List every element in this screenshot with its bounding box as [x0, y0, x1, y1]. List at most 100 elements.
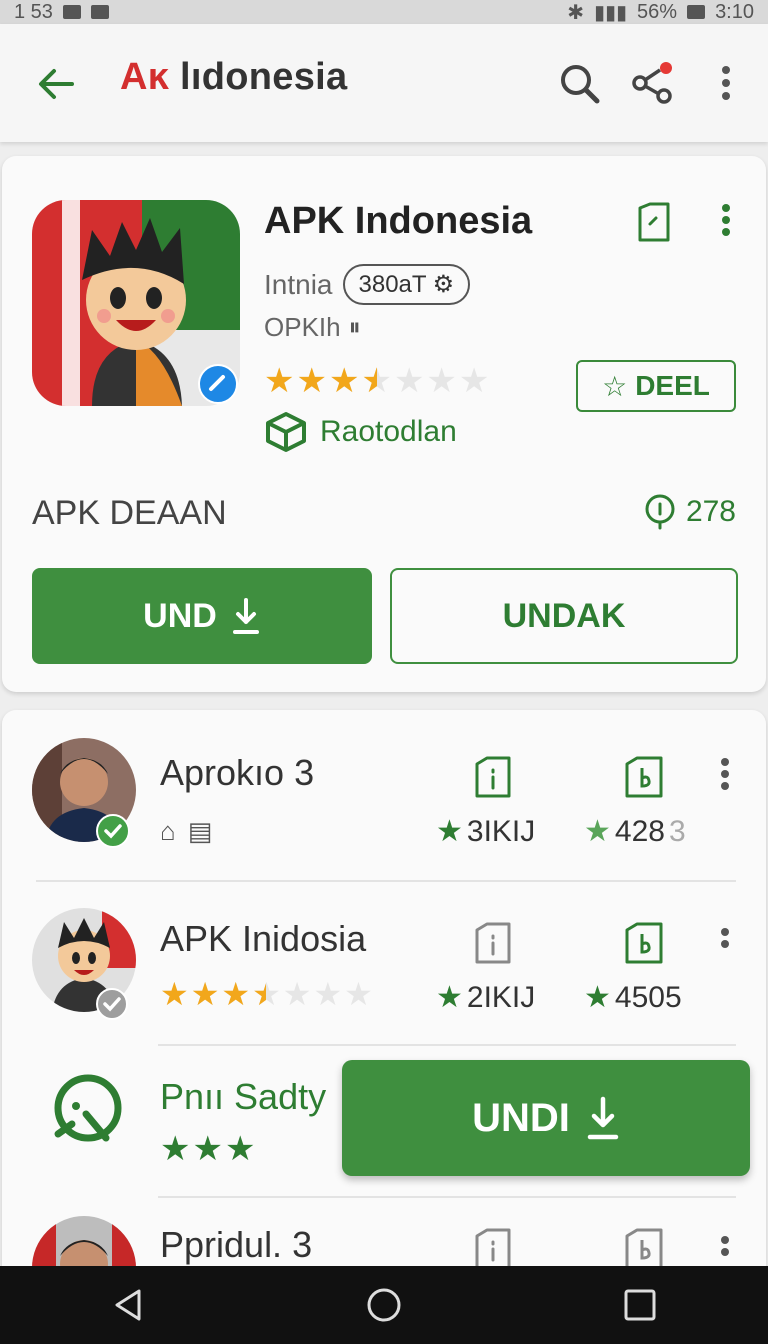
- chat-bubble-icon: [54, 1074, 122, 1142]
- secondary-button-label: UNDAK: [502, 596, 626, 635]
- deel-button[interactable]: ☆ DEEL: [576, 360, 736, 412]
- star-filled-icon: ★ ★: [190, 976, 220, 1012]
- related-apps-list: Aprokıo 3 ⌂ ▤ ★ 3IKIJ ★ 428 3 APK Inidos…: [2, 710, 766, 1320]
- star-filled-icon: ★ ★: [296, 362, 327, 400]
- list-item-stat-downloads: ★ 2IKIJ: [436, 980, 535, 1015]
- star-outline-icon: ☆: [602, 370, 628, 402]
- star-empty-icon: ★: [344, 976, 373, 1012]
- list-item-title: Pnıı Sadty: [160, 1076, 327, 1117]
- download-icon: [587, 1096, 619, 1140]
- bookmark-tag-icon[interactable]: [624, 756, 664, 798]
- star-filled-icon: ★: [436, 815, 463, 848]
- item-more-icon[interactable]: [720, 756, 730, 796]
- star-empty-icon: ★: [313, 976, 343, 1012]
- star-filled-icon: ★ ★: [160, 1130, 191, 1168]
- nav-recents-icon[interactable]: [623, 1288, 657, 1322]
- floating-install-button[interactable]: UNDI: [342, 1060, 750, 1176]
- info-tag-icon[interactable]: [474, 1228, 512, 1270]
- list-item-stat-downloads-value: 3IKIJ: [466, 814, 536, 848]
- install-button-label: UND: [143, 596, 217, 635]
- sim-icon: [90, 5, 109, 19]
- battery-icon: [687, 5, 706, 19]
- star-half-icon: ★★: [361, 362, 392, 400]
- list-item[interactable]: Aprokıo 3 ⌂ ▤ ★ 3IKIJ ★ 428 3: [2, 710, 766, 880]
- notification-icon: [62, 5, 81, 19]
- category-row: Raotodlan: [264, 410, 457, 454]
- star-filled-icon: ★ ★: [328, 362, 360, 400]
- list-item-stat-rating-suffix: 3: [668, 814, 686, 848]
- app-detail-card: APK Indonesia Intnia 380aT ⚙ OPKIh ⏸ ★ ★ ★ ★…: [2, 156, 766, 692]
- pin-icon: [645, 494, 675, 530]
- version-label: OPKIh: [264, 312, 341, 342]
- list-item-title: Aprokıo 3: [160, 752, 315, 793]
- box-icon: [266, 412, 306, 452]
- search-icon[interactable]: [556, 60, 602, 106]
- status-bar: 1 53 ✱ ▮▮▮ 56% 3:10: [0, 0, 768, 24]
- developer-row: Intnia 380aT ⚙: [264, 264, 471, 305]
- list-item-title: Ppridul. 3: [160, 1224, 313, 1265]
- app-bar: Aĸ lıdonesia: [0, 24, 768, 142]
- star-filled-icon: ★: [436, 981, 463, 1014]
- app-title: APK Indonesia: [264, 200, 533, 242]
- star-half-icon: ★★: [252, 976, 281, 1012]
- info-tag-icon[interactable]: [474, 756, 512, 798]
- status-time-right: 3:10: [715, 0, 754, 23]
- verified-badge-icon: [198, 364, 238, 404]
- star-filled-icon: ★ ★: [264, 362, 295, 400]
- list-item[interactable]: APK Inidosia ★ ★ ★ ★ ★ ★ ★ ★ ★ ★ ★ ★ 2IKIJ ★ 4505: [2, 882, 766, 1042]
- section-label: APK DEAAN: [32, 494, 227, 532]
- arrow-left-icon[interactable]: [32, 60, 80, 108]
- bookmark-tag-icon[interactable]: [624, 922, 664, 964]
- bookmark-tag-icon[interactable]: [624, 1228, 664, 1270]
- size-pill: 380aT ⚙: [342, 264, 471, 305]
- size-pill-label: 380aT: [358, 270, 427, 298]
- list-item-stat-downloads-value: 2IKIJ: [466, 980, 536, 1014]
- more-vert-icon[interactable]: [706, 60, 746, 106]
- download-count-value: 278: [685, 495, 736, 528]
- item-more-icon[interactable]: [720, 1234, 730, 1258]
- share-icon[interactable]: [630, 60, 676, 106]
- document-icon: ▤: [187, 816, 213, 846]
- floating-install-label: UNDI: [472, 1095, 570, 1140]
- home-icon: ⌂: [160, 816, 176, 846]
- star-filled-icon: ★ ★: [192, 1130, 223, 1168]
- list-item-stat-downloads: ★ 3IKIJ: [436, 814, 535, 849]
- nav-back-icon[interactable]: [111, 1287, 145, 1323]
- system-nav-bar: [0, 1266, 768, 1344]
- star-empty-icon: ★: [393, 362, 425, 400]
- pill-gear-icon: ⚙: [432, 271, 455, 298]
- app-more-icon[interactable]: [714, 202, 738, 242]
- star-filled-icon: ★: [584, 981, 611, 1014]
- status-time-left: 1 53: [14, 0, 53, 23]
- page-title: Aĸ lıdonesia: [120, 56, 347, 99]
- secondary-button[interactable]: UNDAK: [390, 568, 738, 664]
- list-item-stat-rating: ★ 4505: [584, 980, 682, 1015]
- star-filled-icon: ★ ★: [221, 976, 251, 1012]
- item-more-icon[interactable]: [720, 926, 730, 962]
- list-item-title: APK Inidosia: [160, 918, 367, 959]
- star-empty-icon: ★: [426, 362, 457, 400]
- star-filled-icon: ★ ★: [160, 976, 189, 1012]
- list-item-rating-stars: ★ ★ ★ ★ ★ ★ ★ ★ ★ ★ ★: [160, 978, 373, 1010]
- info-tag-icon[interactable]: [474, 922, 512, 964]
- star-filled-icon: ★: [584, 815, 611, 848]
- list-item-stat-rating: ★ 428 3: [584, 814, 686, 849]
- category-label: Raotodlan: [320, 415, 457, 448]
- bookmark-icon[interactable]: [636, 202, 672, 242]
- nav-home-icon[interactable]: [366, 1287, 402, 1323]
- page-title-rest: lıdonesia: [169, 56, 348, 98]
- download-icon: [232, 598, 259, 634]
- list-item-stat-rating-value: 428: [614, 814, 665, 848]
- deel-button-label: DEEL: [635, 370, 710, 401]
- list-item-rating-stars: ★ ★ ★ ★ ★ ★: [160, 1132, 255, 1166]
- signal-icon: ▮▮▮: [594, 1, 628, 24]
- download-count: 278: [644, 494, 736, 530]
- star-empty-icon: ★: [458, 362, 490, 400]
- star-filled-icon: ★ ★: [224, 1130, 256, 1168]
- battery-label: 56%: [637, 0, 678, 23]
- install-button[interactable]: UND: [32, 568, 372, 664]
- version-row: OPKIh ⏸: [264, 312, 361, 343]
- bluetooth-icon: ✱: [567, 1, 584, 24]
- page-title-prefix: Aĸ: [120, 56, 170, 98]
- star-empty-icon: ★: [282, 976, 312, 1012]
